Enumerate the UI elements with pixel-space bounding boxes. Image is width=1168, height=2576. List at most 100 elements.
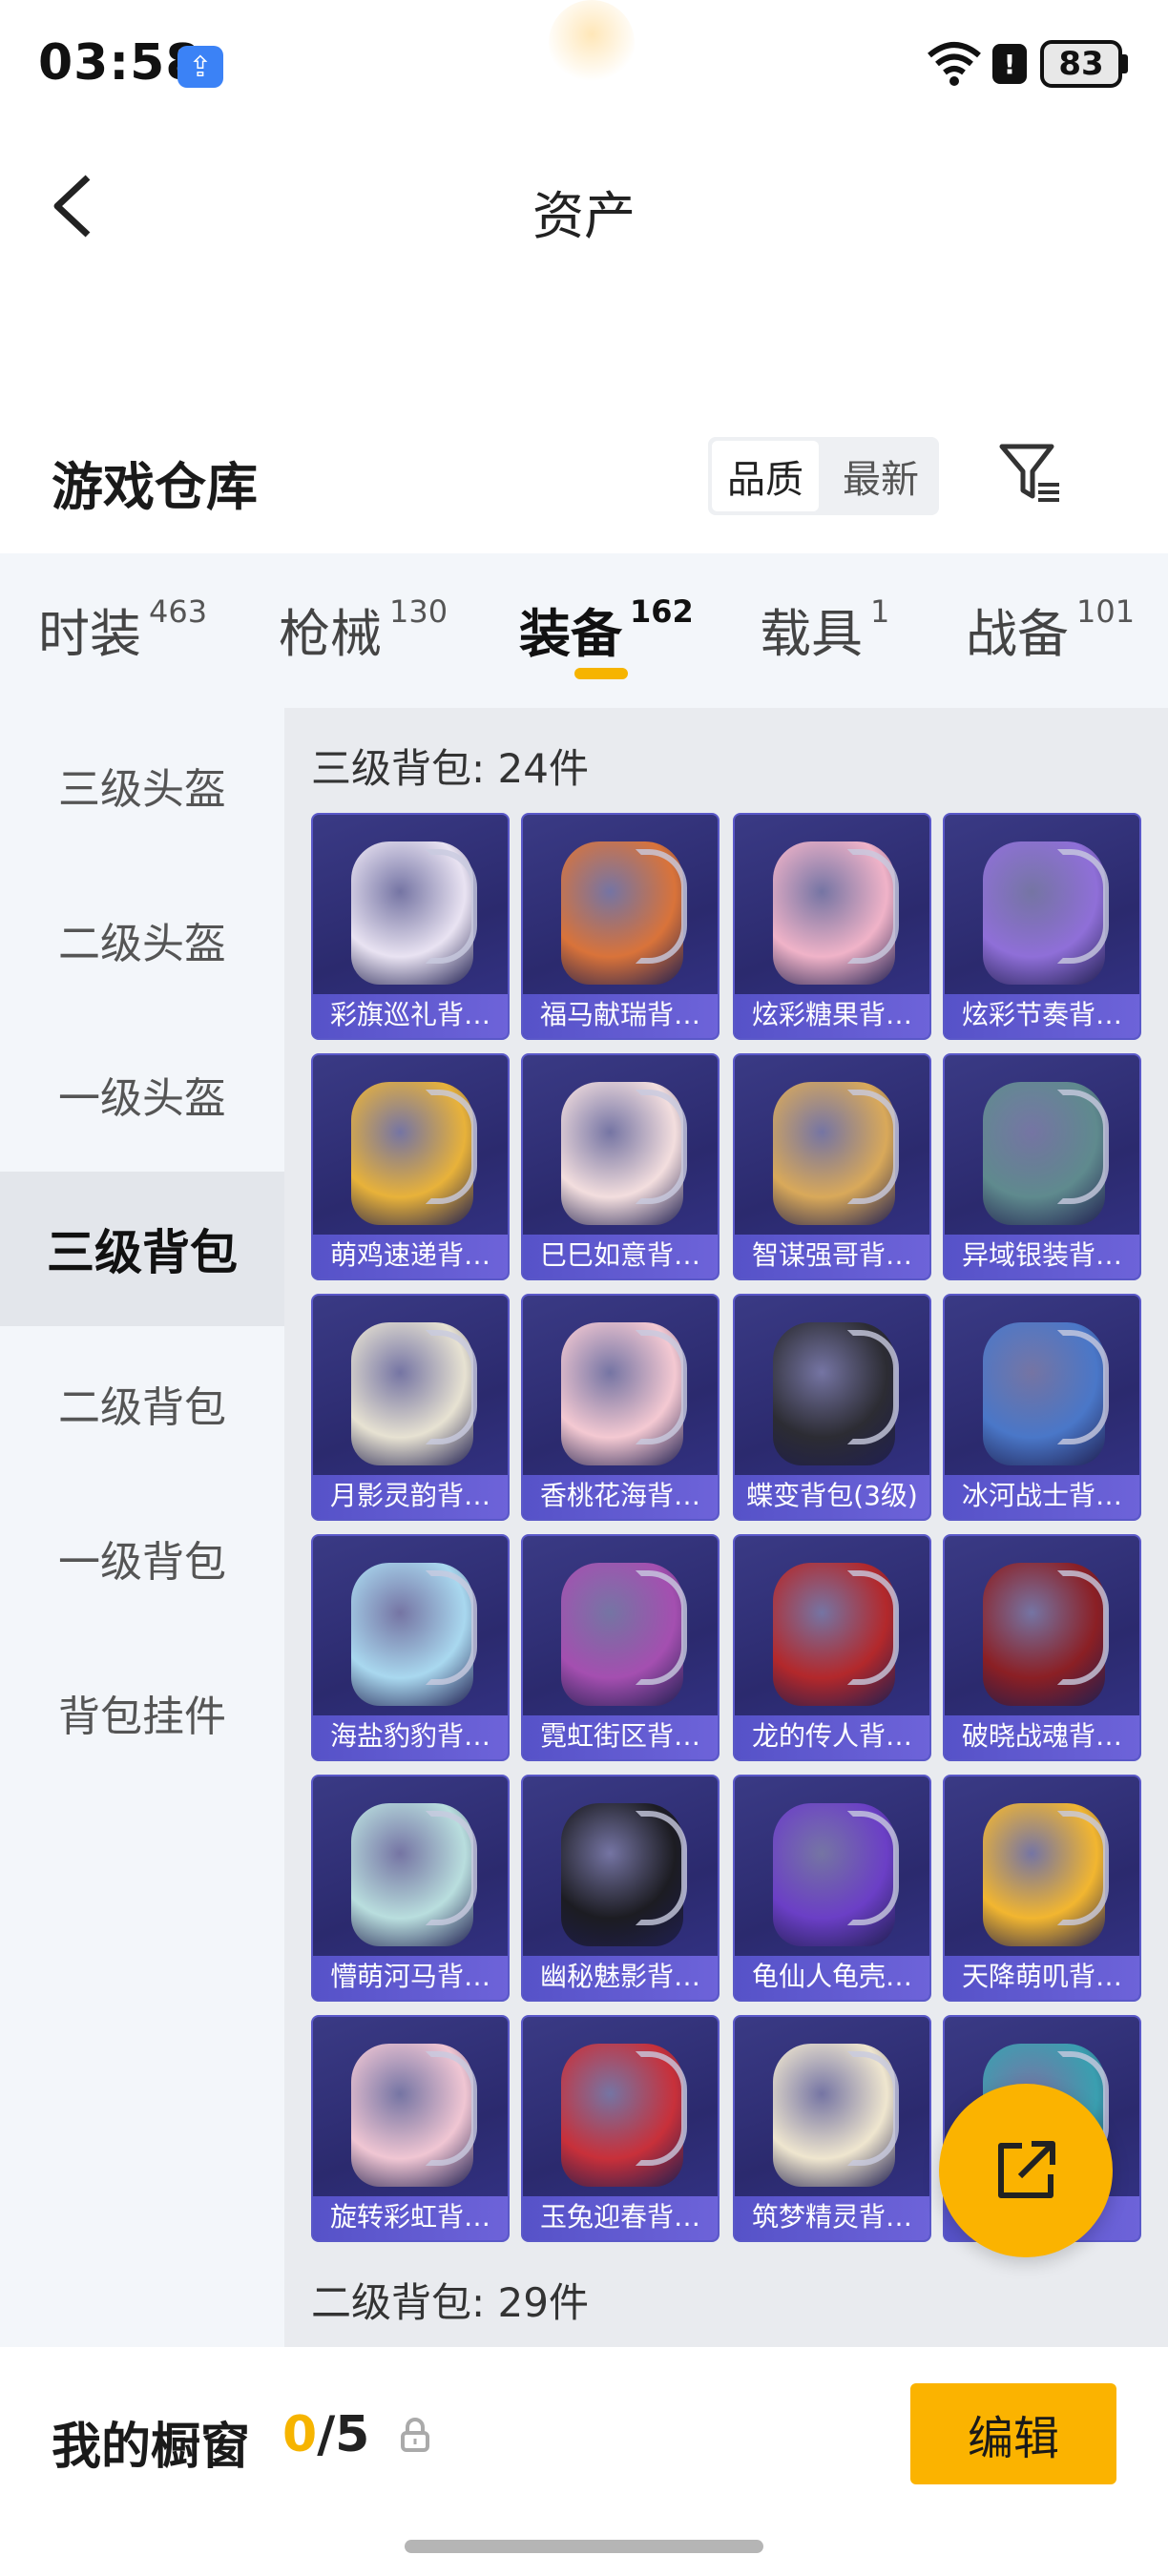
active-tab-indicator: [574, 668, 628, 679]
item-name: 异域银装背…: [961, 1239, 1122, 1271]
item-card[interactable]: 海盐豹豹背…: [311, 1534, 510, 1761]
item-name: 海盐豹豹背…: [329, 1720, 490, 1752]
item-card[interactable]: 玉兔迎春背…: [521, 2015, 720, 2242]
backpack-strap: [426, 1811, 477, 1925]
item-card[interactable]: 龟仙人龟壳…: [733, 1775, 931, 2002]
backpack-strap: [426, 1570, 477, 1685]
tab-vehicles[interactable]: 载具 1: [760, 592, 889, 667]
item-name: 破晓战魂背…: [961, 1720, 1122, 1752]
item-card[interactable]: 筑梦精灵背…: [733, 2015, 931, 2242]
item-name: 炫彩节奏背…: [961, 999, 1122, 1030]
item-name: 炫彩糖果背…: [751, 999, 912, 1030]
item-name: 福马献瑞背…: [539, 999, 700, 1030]
filter-icon[interactable]: [996, 439, 1065, 508]
backpack-strap: [426, 2051, 477, 2166]
home-indicator[interactable]: [405, 2540, 763, 2553]
item-name: 幽秘魅影背…: [539, 1961, 700, 1992]
tab-fashion[interactable]: 时装 463: [38, 592, 207, 667]
share-button[interactable]: [939, 2084, 1113, 2257]
item-card[interactable]: 月影灵韵背…: [311, 1294, 510, 1521]
item-card[interactable]: 旋转彩虹背…: [311, 2015, 510, 2242]
section-title-backpack-3: 三级背包: 24件: [311, 745, 589, 792]
sidebar-item-backpack-3[interactable]: 三级背包: [0, 1172, 284, 1326]
sidebar-item-backpack-2[interactable]: 二级背包: [0, 1326, 284, 1481]
sidebar-item-backpack-charm[interactable]: 背包挂件: [0, 1635, 284, 1790]
signal-alert-icon: !: [992, 44, 1027, 84]
item-name: 筑梦精灵背…: [751, 2201, 912, 2233]
backpack-strap: [636, 849, 687, 964]
backpack-strap: [636, 1330, 687, 1444]
item-name: 龙的传人背…: [751, 1720, 912, 1752]
status-time: 03:58: [38, 34, 201, 92]
item-card[interactable]: 福马献瑞背…: [521, 813, 720, 1040]
tab-weapons[interactable]: 枪械 130: [279, 592, 448, 667]
item-name: 蝶变背包(3级): [746, 1480, 918, 1511]
backpack-strap: [1057, 849, 1109, 964]
battery-icon: 83: [1040, 40, 1122, 88]
tab-supplies[interactable]: 战备 101: [966, 592, 1135, 667]
item-name: 香桃花海背…: [539, 1480, 700, 1511]
backpack-strap: [426, 1330, 477, 1444]
sidebar-item-helmet-2[interactable]: 二级头盔: [0, 862, 284, 1017]
item-card[interactable]: 幽秘魅影背…: [521, 1775, 720, 2002]
item-card[interactable]: 异域银装背…: [943, 1053, 1141, 1280]
item-card[interactable]: 巳巳如意背…: [521, 1053, 720, 1280]
item-name: 霓虹街区背…: [539, 1720, 700, 1752]
item-name: 智谋强哥背…: [751, 1239, 912, 1271]
external-link-icon: [998, 2141, 1055, 2198]
wifi-icon: [928, 42, 981, 86]
tab-equipment[interactable]: 装备 162: [519, 592, 694, 667]
backpack-strap: [1057, 1090, 1109, 1204]
backpack-strap: [426, 1090, 477, 1204]
showcase-count: 0/5: [282, 2406, 370, 2463]
item-card[interactable]: 懵萌河马背…: [311, 1775, 510, 2002]
backpack-strap: [636, 1570, 687, 1685]
section-title-backpack-2: 二级背包: 29件: [311, 2279, 589, 2326]
item-name: 懵萌河马背…: [329, 1961, 490, 1992]
item-name: 月影灵韵背…: [329, 1480, 490, 1511]
sort-newest-button[interactable]: 最新: [823, 437, 939, 515]
sidebar-item-helmet-1[interactable]: 一级头盔: [0, 1017, 284, 1172]
item-card[interactable]: 天降萌叽背…: [943, 1775, 1141, 2002]
backpack-strap: [847, 849, 899, 964]
battery-tip: [1122, 54, 1128, 73]
upload-notification-icon: ⇪: [177, 46, 223, 88]
backpack-strap: [636, 1090, 687, 1204]
item-card[interactable]: 破晓战魂背…: [943, 1534, 1141, 1761]
item-name: 旋转彩虹背…: [329, 2201, 490, 2233]
backpack-strap: [426, 849, 477, 964]
sort-quality-button[interactable]: 品质: [712, 441, 819, 511]
item-name: 巳巳如意背…: [539, 1239, 700, 1271]
item-name: 天降萌叽背…: [961, 1961, 1122, 1992]
item-card[interactable]: 炫彩糖果背…: [733, 813, 931, 1040]
showcase-label: 我的橱窗: [52, 2419, 251, 2476]
page-title: 资产: [532, 186, 636, 246]
backpack-strap: [847, 1811, 899, 1925]
item-name: 冰河战士背…: [961, 1480, 1122, 1511]
item-card[interactable]: 彩旗巡礼背…: [311, 813, 510, 1040]
backpack-strap: [847, 1570, 899, 1685]
item-card[interactable]: 蝶变背包(3级): [733, 1294, 931, 1521]
item-card[interactable]: 炫彩节奏背…: [943, 813, 1141, 1040]
item-card[interactable]: 龙的传人背…: [733, 1534, 931, 1761]
camera-cutout-icon: [549, 0, 635, 86]
item-name: 玉兔迎春背…: [539, 2201, 700, 2233]
backpack-strap: [847, 1090, 899, 1204]
backpack-strap: [636, 1811, 687, 1925]
item-name: 龟仙人龟壳…: [751, 1961, 912, 1992]
item-card[interactable]: 冰河战士背…: [943, 1294, 1141, 1521]
item-card[interactable]: 霓虹街区背…: [521, 1534, 720, 1761]
sidebar-item-helmet-3[interactable]: 三级头盔: [0, 708, 284, 862]
item-name: 彩旗巡礼背…: [329, 999, 490, 1030]
backpack-strap: [636, 2051, 687, 2166]
backpack-strap: [1057, 1570, 1109, 1685]
backpack-strap: [847, 2051, 899, 2166]
warehouse-title: 游戏仓库: [52, 457, 258, 517]
backpack-strap: [1057, 1811, 1109, 1925]
item-card[interactable]: 香桃花海背…: [521, 1294, 720, 1521]
item-card[interactable]: 萌鸡速递背…: [311, 1053, 510, 1280]
edit-button[interactable]: 编辑: [910, 2383, 1116, 2484]
lock-icon: [401, 2418, 429, 2452]
sidebar-item-backpack-1[interactable]: 一级背包: [0, 1481, 284, 1635]
item-card[interactable]: 智谋强哥背…: [733, 1053, 931, 1280]
